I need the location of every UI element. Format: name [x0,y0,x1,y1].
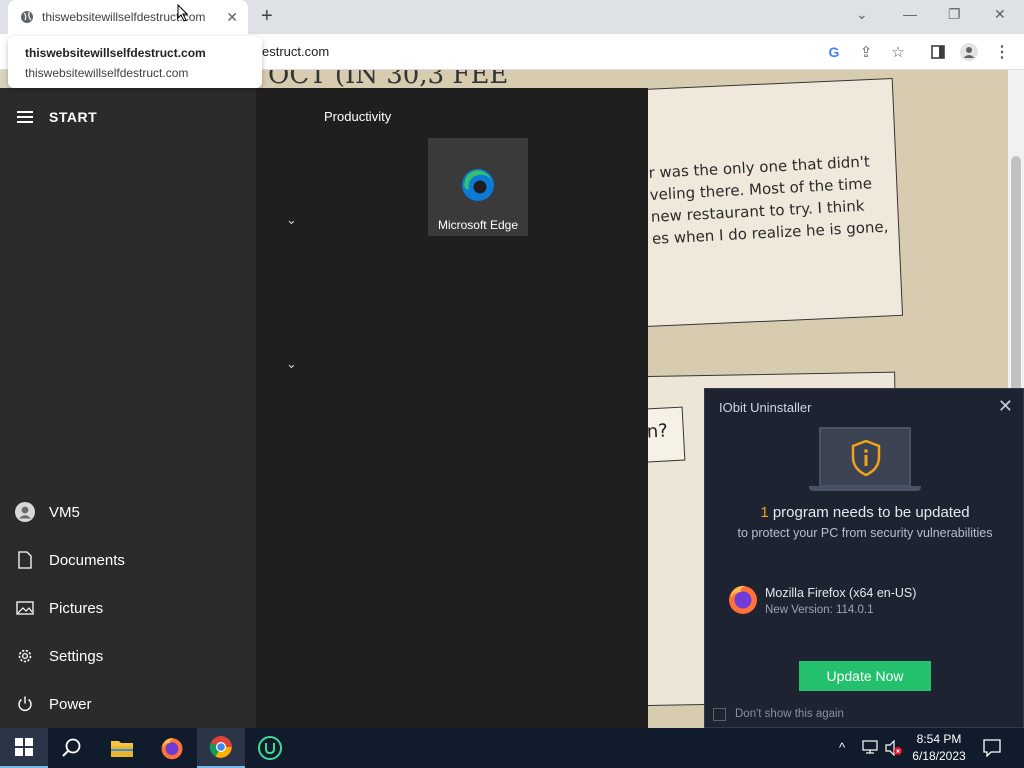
hamburger-menu-icon[interactable] [17,111,33,123]
dont-show-checkbox[interactable] [713,708,726,721]
clock-time: 8:54 PM [916,732,962,746]
start-item-power[interactable]: Power [0,684,256,724]
search-icon [62,738,81,757]
speech-bubble: n? [648,406,686,464]
minimize-icon[interactable]: — [903,6,917,22]
globe-icon [21,11,33,23]
tab-search-chevron-icon[interactable]: ⌄ [856,6,868,23]
speaker-muted-icon[interactable] [885,740,903,756]
taskbar-firefox[interactable] [148,728,196,768]
comic-text-block: r was the only one that didn't veling th… [648,150,889,250]
laptop-base [809,486,921,491]
chevron-up-icon[interactable]: ^ [839,740,845,755]
browser-menu-icon[interactable]: ⋮ [993,43,1011,61]
start-item-label: Pictures [49,599,104,617]
firefox-icon [161,738,183,760]
headline-text: program needs to be updated [768,504,970,521]
start-item-settings[interactable]: Settings [0,636,256,676]
profile-icon[interactable] [960,43,978,61]
start-item-label: Power [49,695,92,713]
side-panel-glyph [931,45,945,59]
bookmark-star-icon[interactable]: ☆ [889,43,907,61]
tab-hover-card: thiswebsitewillselfdestruct.com thiswebs… [8,36,262,88]
iobit-title: IObit Uninstaller [719,400,812,415]
taskbar-chrome[interactable] [197,728,245,768]
comic-heading-strip: OCT (IN 30,3 FEE [262,70,648,88]
start-user-account[interactable]: VM5 [0,492,256,532]
notification-center-icon[interactable] [983,739,1001,757]
start-item-label: Settings [49,647,104,665]
start-title: START [49,109,98,125]
google-icon[interactable]: G [825,43,843,61]
scrollbar-thumb[interactable] [1011,156,1021,416]
chrome-icon [209,736,232,758]
profile-avatar-glyph [960,43,978,61]
clock-date: 6/18/2023 [912,749,966,763]
app-name: Mozilla Firefox (x64 en-US) [765,586,917,600]
app-version: New Version: 114.0.1 [765,604,874,616]
restore-icon[interactable]: ❐ [948,6,961,23]
taskbar-file-explorer[interactable] [98,728,146,768]
chevron-down-icon[interactable]: ⌄ [286,212,297,228]
side-panel-icon[interactable] [929,43,947,61]
comic-heading-text: OCT (IN 30,3 FEE [268,70,509,88]
taskbar-uninstaller[interactable] [246,728,294,768]
screen: thiswebsitewillselfdestruct.com ✕ + ⌄ — … [0,0,1024,768]
start-item-pictures[interactable]: Pictures [0,588,256,628]
mouse-cursor-icon [177,4,189,22]
laptop-shield-illustration [819,427,911,487]
network-icon[interactable] [862,740,878,754]
tile-microsoft-edge[interactable]: Microsoft Edge [428,138,528,236]
taskbar-clock[interactable]: 8:54 PM 6/18/2023 [906,731,972,765]
close-icon[interactable]: ✕ [998,396,1013,417]
document-icon [17,551,32,569]
search-button[interactable] [48,728,96,768]
url-text: estruct.com [262,44,330,59]
start-menu-tiles: Productivity ⌄ ⌄ Microsoft Edge [256,88,648,728]
edge-icon [462,169,494,201]
taskbar: ^ 8:54 PM 6/18/2023 [0,728,1024,768]
new-tab-icon[interactable]: + [261,6,273,26]
tile-group-title: Productivity [324,109,392,124]
user-name: VM5 [49,503,80,521]
dont-show-label[interactable]: Don't show this again [735,708,844,720]
iobit-uninstaller-icon [258,736,282,760]
windows-logo-icon [15,738,33,756]
gear-icon [18,649,31,663]
start-item-documents[interactable]: Documents [0,540,256,580]
update-now-button[interactable]: Update Now [799,661,931,691]
firefox-icon [729,585,757,614]
browser-tab-bar: thiswebsitewillselfdestruct.com ✕ + ⌄ — … [0,0,1024,34]
iobit-headline: 1 program needs to be updated [705,504,1024,521]
start-button[interactable] [0,728,48,768]
hover-card-title: thiswebsitewillselfdestruct.com [25,46,206,60]
share-icon[interactable]: ⇪ [857,43,875,61]
user-avatar-icon [14,502,35,522]
update-count: 1 [760,504,769,521]
start-menu-sidebar: START VM5 Documents Pictures Settings Po… [0,88,256,728]
shield-icon [851,439,881,477]
close-window-icon[interactable]: ✕ [994,6,1006,23]
chevron-down-icon[interactable]: ⌄ [286,356,297,372]
start-item-label: Documents [49,551,125,569]
browser-tab[interactable]: thiswebsitewillselfdestruct.com ✕ [8,0,248,34]
pictures-icon [15,601,34,615]
iobit-subtitle: to protect your PC from security vulnera… [737,526,993,540]
folder-icon [111,741,133,757]
iobit-notification: IObit Uninstaller ✕ 1 program needs to b… [704,388,1024,728]
hover-card-domain: thiswebsitewillselfdestruct.com [25,66,189,80]
tab-close-icon[interactable]: ✕ [226,9,238,25]
power-icon [17,696,32,711]
tile-label: Microsoft Edge [437,218,519,232]
